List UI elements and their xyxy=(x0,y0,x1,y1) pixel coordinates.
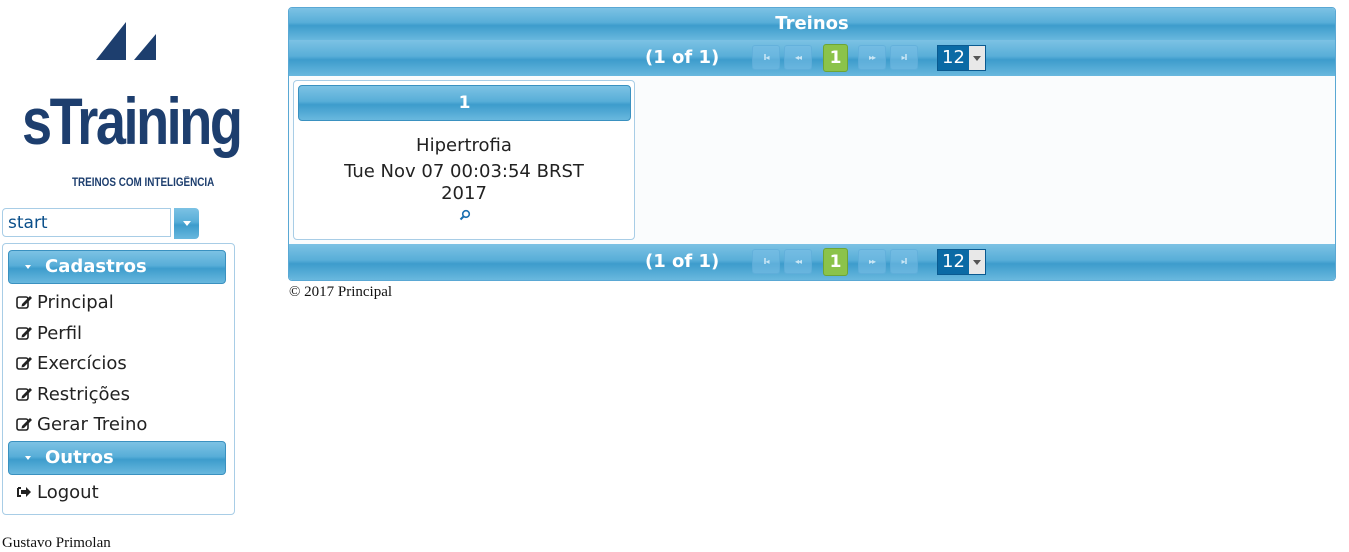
next-page-button[interactable]: ▸▸ xyxy=(858,45,886,70)
side-menu: Cadastros Principal Perfil Exercícios Re… xyxy=(2,243,235,515)
last-page-button[interactable]: ▸I xyxy=(890,45,918,70)
page-number-button[interactable]: 1 xyxy=(823,44,848,72)
menu-item-perfil[interactable]: Perfil xyxy=(16,319,82,347)
edit-icon xyxy=(16,388,32,401)
training-name: Hipertrofia xyxy=(416,135,512,156)
menu-item-restricoes[interactable]: Restrições xyxy=(16,380,130,408)
edit-icon xyxy=(16,357,32,370)
menu-item-label: Perfil xyxy=(37,322,83,344)
chevron-down-icon xyxy=(969,46,985,70)
training-date: Tue Nov 07 00:03:54 BRST xyxy=(344,161,584,182)
first-page-button[interactable]: I◂ xyxy=(752,45,780,70)
rows-per-page-value: 12 xyxy=(942,251,965,272)
paginator-bottom: (1 of 1) I◂ ◂◂ 1 ▸▸ ▸I 12 xyxy=(289,244,1335,280)
edit-icon xyxy=(16,327,32,340)
menu-item-label: Principal xyxy=(37,291,114,313)
panel-title: Treinos xyxy=(289,8,1335,40)
prev-page-button[interactable]: ◂◂ xyxy=(784,45,812,70)
card-header: 1 xyxy=(298,85,631,121)
menu-item-gerar-treino[interactable]: Gerar Treino xyxy=(16,410,147,438)
logo-mark xyxy=(96,22,156,60)
chevron-down-icon xyxy=(969,250,985,274)
paginator-count: (1 of 1) xyxy=(645,251,720,272)
menu-item-label: Gerar Treino xyxy=(37,413,148,435)
first-page-button[interactable]: I◂ xyxy=(752,249,780,274)
theme-dropdown-button[interactable] xyxy=(174,208,199,239)
rows-per-page-select[interactable]: 12 xyxy=(937,45,986,71)
caret-down-icon xyxy=(25,456,31,460)
logo-tagline: TREINOS COM INTELIGÊNCIA xyxy=(72,177,215,189)
page-number-button[interactable]: 1 xyxy=(823,248,848,276)
menu-item-principal[interactable]: Principal xyxy=(16,288,114,316)
sign-out-icon xyxy=(17,487,31,497)
edit-icon xyxy=(16,418,32,431)
menu-section-cadastros[interactable]: Cadastros xyxy=(8,250,226,284)
theme-input[interactable]: start xyxy=(2,208,171,237)
next-page-button[interactable]: ▸▸ xyxy=(858,249,886,274)
search-icon[interactable] xyxy=(459,209,471,221)
menu-item-label: Restrições xyxy=(37,383,130,405)
rows-per-page-value: 12 xyxy=(942,47,965,68)
theme-switcher[interactable]: start xyxy=(2,208,199,239)
logo-wordmark: sTraining xyxy=(22,84,243,158)
logo: sTraining TREINOS COM INTELIGÊNCIA xyxy=(20,16,260,196)
menu-item-exercicios[interactable]: Exercícios xyxy=(16,349,127,377)
menu-section-title: Outros xyxy=(45,447,114,468)
paginator-top: (1 of 1) I◂ ◂◂ 1 ▸▸ ▸I 12 xyxy=(289,40,1335,76)
menu-item-label: Logout xyxy=(37,481,99,503)
author-name: Gustavo Primolan xyxy=(2,535,111,551)
paginator-count: (1 of 1) xyxy=(645,47,720,68)
training-card: 1 Hipertrofia Tue Nov 07 00:03:54 BRST 2… xyxy=(293,80,635,240)
chevron-down-icon xyxy=(182,221,191,226)
trainings-panel: Treinos (1 of 1) I◂ ◂◂ 1 ▸▸ ▸I 12 1 Hipe… xyxy=(288,7,1336,281)
last-page-button[interactable]: ▸I xyxy=(890,249,918,274)
rows-per-page-select[interactable]: 12 xyxy=(937,249,986,275)
caret-down-icon xyxy=(25,265,31,269)
training-year: 2017 xyxy=(441,183,487,204)
footer-copyright: © 2017 Principal xyxy=(289,284,393,300)
menu-section-outros[interactable]: Outros xyxy=(8,441,226,475)
menu-item-label: Exercícios xyxy=(37,352,127,374)
menu-item-logout[interactable]: Logout xyxy=(16,478,99,506)
prev-page-button[interactable]: ◂◂ xyxy=(784,249,812,274)
menu-section-title: Cadastros xyxy=(45,256,147,277)
edit-icon xyxy=(16,296,32,309)
